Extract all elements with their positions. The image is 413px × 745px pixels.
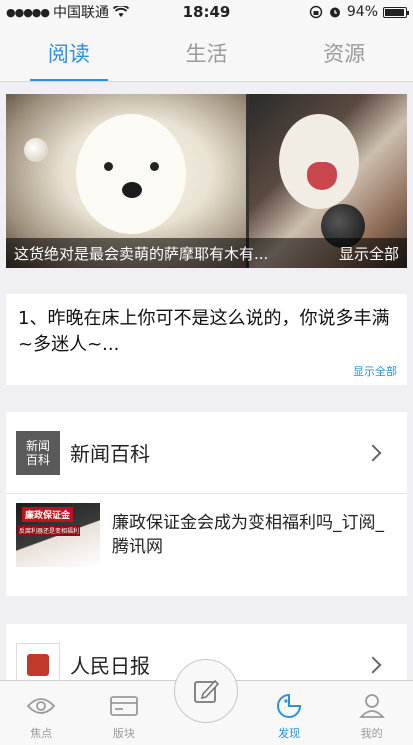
tab-life[interactable]: 生活 xyxy=(138,24,276,81)
card-icon xyxy=(109,693,139,719)
section-name: 新闻百科 xyxy=(70,442,150,466)
joke-card[interactable]: 1、昨晚在床上你可不是这么说的，你说多丰满~多迷人~... 显示全部 xyxy=(6,294,407,385)
dog-eye xyxy=(104,162,113,171)
thumbnail-subtitle: 反腐利器还是变相福利 xyxy=(18,525,81,536)
peoples-daily-mark xyxy=(27,653,49,676)
terrier-face xyxy=(279,114,359,209)
dog-nose xyxy=(122,182,142,198)
joke-text: 1、昨晚在床上你可不是这么说的，你说多丰满~多迷人~... xyxy=(18,308,390,355)
section-header-news[interactable]: 新闻百科 新闻百科 xyxy=(6,412,407,494)
ball-shape xyxy=(24,138,48,162)
compose-icon xyxy=(194,679,220,703)
dog-eye xyxy=(150,162,159,171)
compose-button[interactable] xyxy=(174,659,239,723)
thumbnail-title: 廉政保证金 xyxy=(22,507,74,522)
samoyed-face xyxy=(76,114,186,234)
top-tab-bar: 阅读 生活 资源 xyxy=(0,24,413,82)
tab-label: 我的 xyxy=(360,727,383,740)
status-time: 18:49 xyxy=(182,3,231,21)
banner-show-all[interactable]: 显示全部 xyxy=(339,243,399,264)
bottom-tab-bar: 焦点 版块 发现 我的 xyxy=(0,659,413,745)
banner-caption-text: 这货绝对是最会卖萌的萨摩耶有木有... xyxy=(14,244,269,263)
tab-focus[interactable]: 焦点 xyxy=(0,681,83,745)
joke-show-all[interactable]: 显示全部 xyxy=(353,363,397,379)
tab-label: 发现 xyxy=(278,727,301,740)
battery-fill xyxy=(385,8,404,16)
status-bar: ●●●●● 中国联通 18:49 94% xyxy=(0,0,413,24)
battery-icon xyxy=(383,6,409,18)
news-encyclopedia-logo: 新闻百科 xyxy=(16,430,60,475)
tab-label: 版块 xyxy=(112,727,135,740)
logo-text: 新闻百科 xyxy=(25,438,50,467)
article-title: 廉政保证金会成为变相福利吗_订阅_腾讯网 xyxy=(112,513,384,557)
section-card-news: 新闻百科 新闻百科 廉政保证金 反腐利器还是变相福利 廉政保证金会成为变相福利吗… xyxy=(6,412,407,596)
article-row[interactable]: 廉政保证金 反腐利器还是变相福利 廉政保证金会成为变相福利吗_订阅_腾讯网 xyxy=(6,494,407,576)
tab-resources[interactable]: 资源 xyxy=(275,24,413,81)
tab-discover[interactable]: 发现 xyxy=(248,681,331,745)
chevron-right-icon xyxy=(364,656,382,673)
compose-wrap xyxy=(165,659,248,745)
eye-icon xyxy=(26,693,56,719)
article-thumbnail: 廉政保证金 反腐利器还是变相福利 xyxy=(16,503,100,567)
chevron-right-icon xyxy=(364,444,382,461)
tab-label: 焦点 xyxy=(30,727,53,740)
dog-mouth xyxy=(307,162,337,190)
featured-banner[interactable]: 这货绝对是最会卖萌的萨摩耶有木有... 显示全部 xyxy=(6,94,407,268)
banner-caption: 这货绝对是最会卖萌的萨摩耶有木有... 显示全部 xyxy=(6,238,407,268)
tab-reading[interactable]: 阅读 xyxy=(0,24,138,81)
tab-boards[interactable]: 版块 xyxy=(83,681,166,745)
tab-mine[interactable]: 我的 xyxy=(330,681,413,745)
discover-icon xyxy=(274,693,304,719)
person-icon xyxy=(357,693,387,719)
